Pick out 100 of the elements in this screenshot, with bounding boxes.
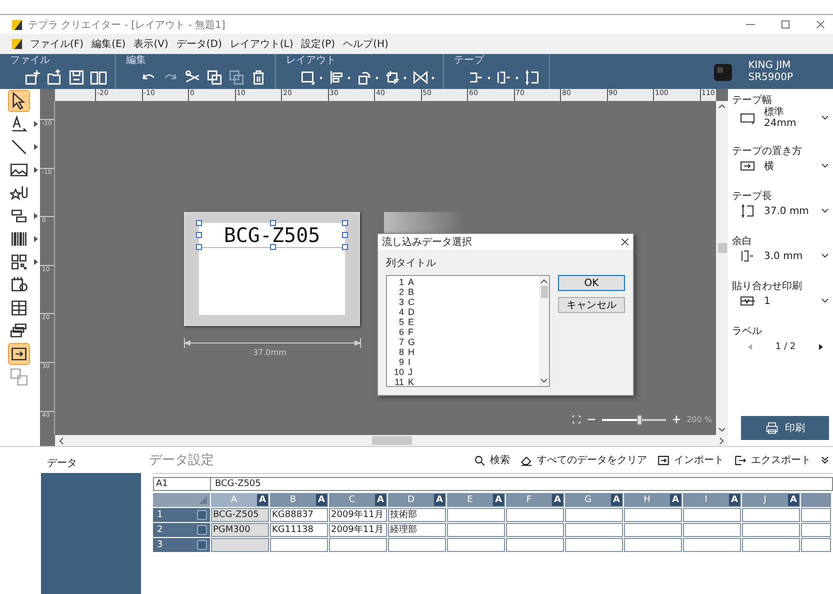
more-icon[interactable]	[821, 456, 829, 464]
scroll-down-icon[interactable]	[540, 378, 548, 384]
column-header[interactable]: C A	[329, 493, 387, 507]
dropdown-dot-icon[interactable]	[515, 76, 519, 80]
text-type-badge[interactable]: A	[257, 494, 268, 506]
list-item[interactable]: E	[408, 317, 414, 327]
list-item[interactable]: C	[408, 297, 414, 307]
table-cell[interactable]	[447, 538, 505, 552]
table-cell[interactable]	[683, 523, 741, 537]
row-header[interactable]: 3	[153, 538, 210, 552]
table-cell[interactable]	[683, 508, 741, 522]
submenu-arrow-icon[interactable]	[34, 236, 38, 242]
table-cell[interactable]: 経理部	[388, 523, 446, 537]
property-dropdown[interactable]: 横	[732, 158, 833, 174]
table-cell[interactable]	[447, 523, 505, 537]
table-cell[interactable]	[388, 538, 446, 552]
new-icon[interactable]	[24, 69, 41, 86]
scrollbar-thumb[interactable]	[718, 243, 726, 254]
table-cell[interactable]: KG88837	[270, 508, 328, 522]
close-icon[interactable]	[816, 20, 825, 29]
import-button[interactable]: インポート	[657, 453, 724, 467]
eraser-button[interactable]: すべてのデータをクリア	[520, 453, 647, 467]
table-cell[interactable]	[742, 538, 800, 552]
submenu-arrow-icon[interactable]	[34, 144, 38, 150]
column-header[interactable]: J A	[742, 493, 800, 507]
cell-reference-field[interactable]: A1	[153, 477, 211, 491]
column-header[interactable]: E A	[447, 493, 505, 507]
property-dropdown[interactable]: 3.0 mm	[732, 248, 833, 264]
column-header[interactable]: A A	[211, 493, 269, 507]
scroll-down-icon[interactable]	[718, 427, 726, 433]
table-cell[interactable]: 2009年11月	[329, 523, 387, 537]
list-item[interactable]: J	[408, 367, 412, 377]
table-cell[interactable]: BCG-Z505	[211, 508, 269, 522]
zoom-in-icon[interactable]	[672, 415, 681, 424]
dropdown-dot-icon[interactable]	[375, 76, 379, 80]
table-cell[interactable]	[683, 538, 741, 552]
property-dropdown[interactable]: 37.0 mm	[732, 203, 833, 219]
text-type-badge[interactable]: A	[434, 494, 445, 506]
column-header[interactable]: F A	[506, 493, 564, 507]
list-item[interactable]: I	[408, 357, 411, 367]
close-icon[interactable]	[621, 238, 629, 246]
qr-tool-button[interactable]	[9, 252, 29, 272]
menu-item[interactable]: 表示(V)	[134, 37, 168, 51]
scroll-right-icon[interactable]	[719, 436, 725, 444]
dropdown-dot-icon[interactable]	[403, 76, 407, 80]
list-item[interactable]: K	[408, 377, 414, 386]
text-type-badge[interactable]: A	[552, 494, 563, 506]
table-cell[interactable]: PGM300	[211, 523, 269, 537]
dropdown-dot-icon[interactable]	[319, 76, 323, 80]
table-cell[interactable]	[565, 508, 623, 522]
column-header[interactable]: B A	[270, 493, 328, 507]
fit-to-screen-icon[interactable]	[572, 415, 581, 424]
import-tool-button[interactable]	[9, 344, 29, 364]
line-tool-button[interactable]	[9, 137, 29, 157]
scroll-left-icon[interactable]	[58, 436, 64, 444]
selection-handle[interactable]	[270, 244, 276, 250]
submenu-arrow-icon[interactable]	[34, 259, 38, 265]
row-header[interactable]: 1	[153, 508, 210, 522]
dropdown-dot-icon[interactable]	[431, 76, 435, 80]
table-cell[interactable]	[506, 508, 564, 522]
table-cell[interactable]	[447, 508, 505, 522]
menu-item[interactable]: 設定(P)	[301, 37, 336, 51]
bow-icon[interactable]	[412, 69, 429, 86]
submenu-arrow-icon[interactable]	[34, 121, 38, 127]
table-cell[interactable]	[506, 523, 564, 537]
open-icon[interactable]	[46, 69, 63, 86]
row-checkbox[interactable]	[197, 540, 207, 550]
horizontal-scrollbar[interactable]	[55, 435, 728, 446]
dialog-button[interactable]: キャンセル	[558, 297, 625, 313]
list-item[interactable]: G	[408, 337, 416, 347]
table-cell[interactable]	[565, 538, 623, 552]
list-item[interactable]: D	[408, 307, 414, 317]
column-header[interactable]: G A	[565, 493, 623, 507]
dropdown-dot-icon[interactable]	[347, 76, 351, 80]
selection-handle[interactable]	[270, 220, 276, 226]
list-item[interactable]: A	[408, 277, 414, 287]
property-dropdown[interactable]: 1	[732, 293, 833, 309]
group-icon[interactable]	[384, 69, 401, 86]
scrollbar-thumb[interactable]	[540, 286, 548, 298]
export-button[interactable]: エクスポート	[734, 453, 811, 467]
rotate-icon[interactable]	[356, 69, 373, 86]
scrollbar-thumb[interactable]	[372, 436, 412, 445]
print-button[interactable]: 印刷	[741, 416, 829, 440]
search-button[interactable]: 検索	[473, 453, 510, 467]
table-cell[interactable]	[211, 538, 269, 552]
frame-icon[interactable]	[300, 69, 317, 86]
row-checkbox[interactable]	[197, 510, 207, 520]
row-checkbox[interactable]	[197, 525, 207, 535]
table-cell[interactable]	[329, 538, 387, 552]
vertical-scrollbar[interactable]	[716, 101, 728, 435]
next-icon[interactable]	[819, 344, 823, 350]
trash-icon[interactable]	[250, 69, 267, 86]
list-scrollbar[interactable]	[539, 276, 549, 386]
text-type-badge[interactable]: A	[316, 494, 327, 506]
table-cell[interactable]	[565, 523, 623, 537]
menu-item[interactable]: レイアウト(L)	[230, 37, 294, 51]
zoom-slider-thumb[interactable]	[636, 414, 642, 424]
menu-item[interactable]: ファイル(F)	[30, 37, 84, 51]
align-icon[interactable]	[328, 69, 345, 86]
cell-value-field[interactable]: BCG-Z505	[211, 477, 833, 491]
